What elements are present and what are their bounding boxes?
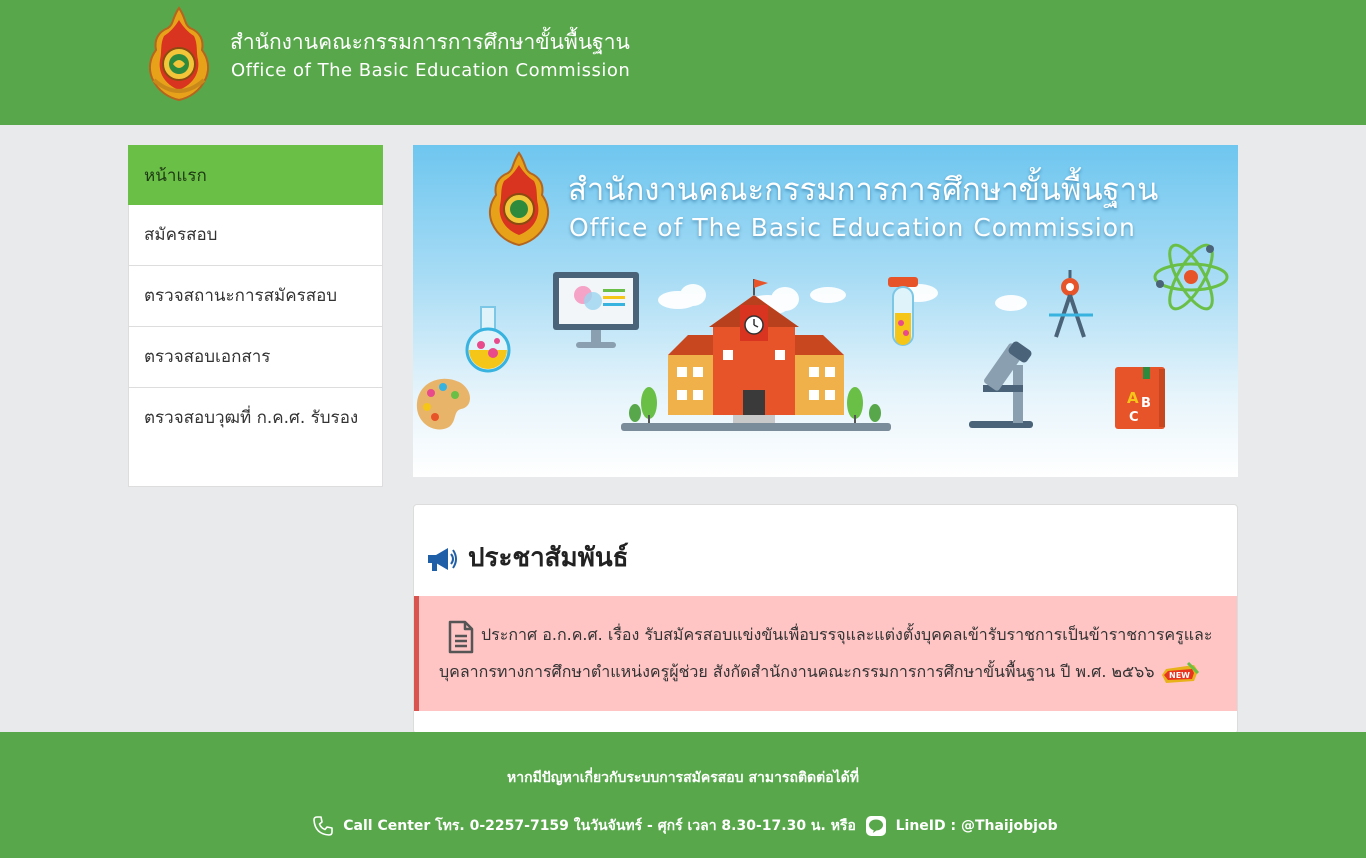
paint-palette-icon xyxy=(416,378,470,430)
flask-icon xyxy=(465,306,511,373)
banner-subtitle: Office of The Basic Education Commission xyxy=(569,213,1136,242)
menu-item-check-documents[interactable]: ตรวจสอบเอกสาร xyxy=(128,327,383,388)
announcement-link[interactable]: ประกาศ อ.ก.ค.ศ. เรื่อง รับสมัครสอบแข่งขั… xyxy=(439,625,1212,681)
compass-icon xyxy=(1049,270,1093,338)
banner-emblem-icon xyxy=(488,151,550,247)
phone-icon xyxy=(313,816,334,836)
obec-emblem-icon[interactable] xyxy=(144,6,214,102)
svg-text:A: A xyxy=(1127,389,1139,407)
footer-contact: Call Center โทร. 0-2257-7159 ในวันจันทร์… xyxy=(0,812,1366,840)
svg-text:B: B xyxy=(1141,396,1151,411)
call-center-text: Call Center โทร. 0-2257-7159 ในวันจันทร์… xyxy=(343,818,856,834)
menu-item-home[interactable]: หน้าแรก xyxy=(128,145,383,205)
book-icon: A B C xyxy=(1115,367,1165,429)
computer-monitor-icon xyxy=(553,272,639,348)
menu-item-check-qualification[interactable]: ตรวจสอบวุฒที่ ก.ค.ศ. รับรอง xyxy=(128,388,383,487)
svg-text:NEW: NEW xyxy=(1169,671,1190,680)
announcement-item[interactable]: ประกาศ อ.ก.ค.ศ. เรื่อง รับสมัครสอบแข่งขั… xyxy=(439,616,1229,690)
news-heading: ประชาสัมพันธ์ xyxy=(468,543,629,573)
hero-banner: A B C สำนักงานคณะกรรมการการศึกษาขั้นพื้น… xyxy=(413,145,1238,477)
footer-help-note: หากมีปัญหาเกี่ยวกับระบบการสมัครสอบ สามาร… xyxy=(507,770,859,786)
news-panel: ประชาสัมพันธ์ ประกาศ อ.ก.ค.ศ. เรื่อง รับ… xyxy=(413,504,1238,734)
menu-item-check-status[interactable]: ตรวจสถานะการสมัครสอบ xyxy=(128,266,383,327)
microscope-icon xyxy=(969,341,1033,428)
site-title: สำนักงานคณะกรรมการการศึกษาขั้นพื้นฐาน xyxy=(230,30,630,54)
menu-item-apply[interactable]: สมัครสอบ xyxy=(128,205,383,266)
line-id-text[interactable]: LineID : @Thaijobjob xyxy=(896,818,1058,834)
announcement-alert: ประกาศ อ.ก.ค.ศ. เรื่อง รับสมัครสอบแข่งขั… xyxy=(414,596,1237,711)
line-app-icon xyxy=(865,816,886,836)
top-header: สำนักงานคณะกรรมการการศึกษาขั้นพื้นฐาน Of… xyxy=(0,0,1366,125)
site-subtitle: Office of The Basic Education Commission xyxy=(231,60,631,81)
page-footer: หากมีปัญหาเกี่ยวกับระบบการสมัครสอบ สามาร… xyxy=(0,732,1366,858)
megaphone-icon xyxy=(428,548,457,571)
banner-title: สำนักงานคณะกรรมการการศึกษาขั้นพื้นฐาน xyxy=(568,172,1159,208)
new-badge-icon: NEW xyxy=(1162,661,1200,683)
sidebar-menu: หน้าแรก สมัครสอบ ตรวจสถานะการสมัครสอบ ตร… xyxy=(128,145,383,487)
svg-text:C: C xyxy=(1129,410,1139,425)
atom-icon xyxy=(1153,243,1229,311)
